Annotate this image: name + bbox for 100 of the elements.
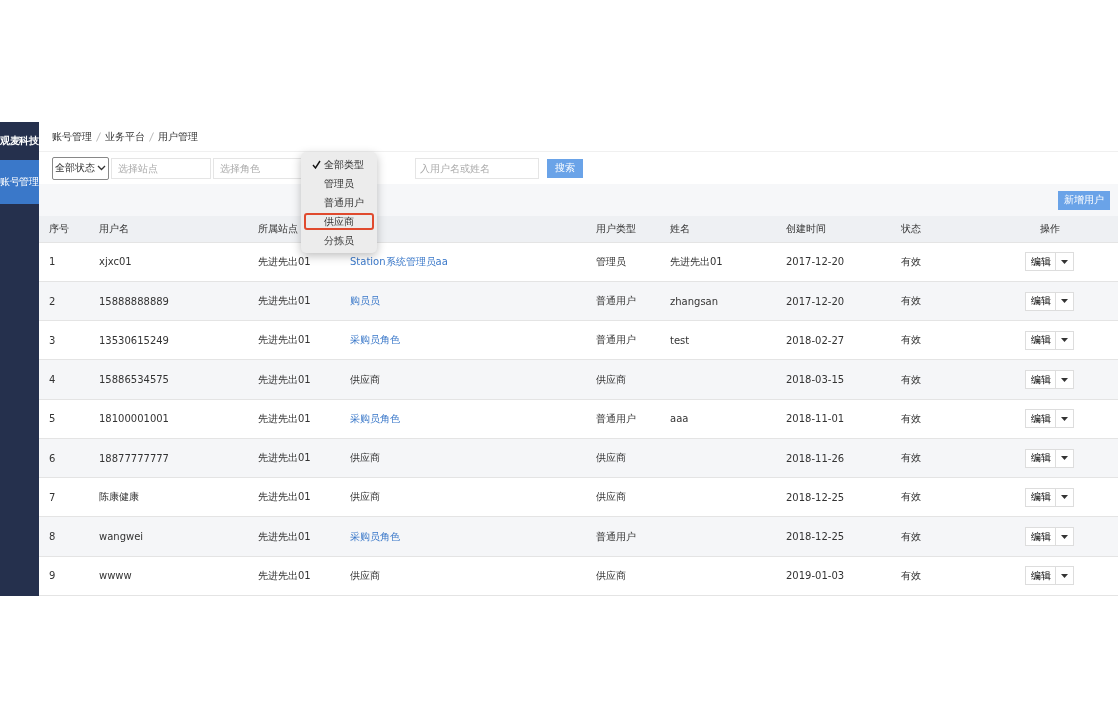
table-cell-text: 1 (48, 256, 57, 268)
table-cell-text: 18100001001 (98, 413, 170, 425)
table-cell-text: 供应商 (349, 451, 381, 466)
table-cell-text: 有效 (900, 490, 922, 505)
role-link[interactable]: 购员员 (340, 294, 586, 309)
table-cell-text: 2018-03-15 (785, 374, 846, 386)
table-cell-text: 先进先出01 (257, 451, 312, 466)
column-header: 姓名 (670, 222, 690, 234)
edit-button[interactable]: 编辑 (1025, 252, 1056, 272)
menu-option[interactable]: 普通用户 (304, 194, 374, 211)
table-cell-text: 普通用户 (595, 529, 637, 544)
table-cell-text: 供应商 (349, 490, 381, 505)
column-header: 状态 (901, 222, 921, 234)
role-link[interactable]: 采购员角色 (340, 529, 586, 544)
dropdown-button[interactable] (1056, 409, 1074, 429)
checkmark-icon (312, 160, 321, 169)
dropdown-button[interactable] (1056, 448, 1074, 468)
site-field[interactable]: 选择站点 (111, 157, 211, 179)
table-cell-text: wwww (98, 570, 133, 582)
dropdown-button[interactable] (1056, 370, 1074, 390)
edit-button[interactable]: 编辑 (1025, 527, 1056, 547)
edit-button[interactable]: 编辑 (1025, 409, 1056, 429)
caret-icon (1061, 456, 1068, 461)
table-cell-text: 13530615249 (98, 334, 170, 346)
dropdown-button[interactable] (1056, 291, 1074, 311)
table-cell-text: 15888888889 (98, 295, 170, 307)
breadcrumb-separator (96, 131, 101, 142)
edit-button[interactable]: 编辑 (1025, 291, 1056, 311)
table-cell-text: 供应商 (595, 372, 627, 387)
table-cell-text: 先进先出01 (257, 254, 312, 269)
table-cell-text: 先进先出01 (257, 568, 312, 583)
table-cell-text: 陈康健康 (98, 490, 140, 505)
table-cell-text: 有效 (900, 451, 922, 466)
table-cell-text: 有效 (900, 372, 922, 387)
dropdown-button[interactable] (1056, 252, 1074, 272)
dropdown-button[interactable] (1056, 566, 1074, 586)
table-cell-text: 有效 (900, 529, 922, 544)
sidebar-item[interactable]: 账号管理 (0, 160, 39, 204)
status-select[interactable]: 全部状态 (52, 156, 109, 180)
column-header: 用户类型 (596, 222, 636, 234)
table-cell-text: 有效 (900, 568, 922, 583)
table-cell-text: 15886534575 (98, 374, 170, 386)
caret-icon (1061, 299, 1068, 304)
table-cell-text: 2018-12-25 (785, 531, 846, 543)
breadcrumb-item[interactable]: 用户管理 (158, 129, 198, 144)
table-cell-text: wangwei (98, 531, 145, 543)
breadcrumb-separator (149, 131, 154, 142)
edit-button[interactable]: 编辑 (1025, 566, 1056, 586)
caret-icon (1061, 534, 1068, 539)
table-cell-text: test (669, 334, 691, 346)
role-link[interactable]: 采购员角色 (340, 411, 586, 426)
table-cell-text: 先进先出01 (257, 411, 312, 426)
role-link[interactable]: Station系统管理员aa (340, 254, 586, 269)
table-cell-text: 普通用户 (595, 294, 637, 309)
table-cell-text: 2018-11-26 (785, 452, 846, 464)
edit-button[interactable]: 编辑 (1025, 487, 1056, 507)
column-header: 所属站点 (258, 222, 298, 234)
table-cell-text: 5 (48, 413, 57, 425)
table-cell-text: 4 (48, 374, 57, 386)
table-cell-text: 供应商 (595, 568, 627, 583)
caret-icon (1061, 377, 1068, 382)
table-cell-text: 2017-12-20 (785, 295, 846, 307)
table-cell-text: 供应商 (349, 372, 381, 387)
dropdown-button[interactable] (1056, 527, 1074, 547)
table-cell-text: 2019-01-03 (785, 570, 846, 582)
table-cell-text: 管理员 (595, 254, 627, 269)
table-cell-text: 先进先出01 (257, 294, 312, 309)
caret-icon (1061, 495, 1068, 500)
dropdown-button[interactable] (1056, 487, 1074, 507)
table-cell-text: 供应商 (595, 451, 627, 466)
table-cell-text: 先进先出01 (669, 254, 724, 269)
column-header: 创建时间 (786, 222, 826, 234)
keyword-field[interactable]: 入用户名或姓名 (415, 157, 539, 179)
table-cell-text: 供应商 (349, 568, 381, 583)
edit-button[interactable]: 编辑 (1025, 330, 1056, 350)
breadcrumb-item[interactable]: 账号管理 (52, 129, 92, 144)
logo: 观麦科技 (0, 133, 39, 148)
table-cell-text: 先进先出01 (257, 490, 312, 505)
breadcrumb-item[interactable]: 业务平台 (105, 129, 145, 144)
role-link[interactable]: 采购员角色 (340, 333, 586, 348)
table-cell-text: 有效 (900, 411, 922, 426)
table-cell-text: 普通用户 (595, 411, 637, 426)
table-cell-text: 9 (48, 570, 57, 582)
column-header: 操作 (1039, 222, 1060, 234)
table-cell-text: 先进先出01 (257, 372, 312, 387)
table-cell-text: 7 (48, 491, 57, 503)
table-cell-text: 2018-11-01 (785, 413, 846, 425)
caret-icon (1061, 338, 1068, 343)
edit-button[interactable]: 编辑 (1025, 448, 1056, 468)
chevron-icon (97, 165, 106, 172)
column-header: 序号 (49, 222, 69, 234)
table-cell-text: zhangsan (669, 295, 720, 307)
caret-icon (1061, 416, 1068, 421)
menu-option[interactable]: 供应商 (304, 213, 374, 230)
edit-button[interactable]: 编辑 (1025, 370, 1056, 390)
dropdown-button[interactable] (1056, 330, 1074, 350)
table-cell-text: 6 (48, 452, 57, 464)
table-cell-text: 2017-12-20 (785, 256, 846, 268)
table-cell-text: xjxc01 (98, 256, 133, 268)
menu-option[interactable]: 分拣员 (304, 232, 374, 249)
